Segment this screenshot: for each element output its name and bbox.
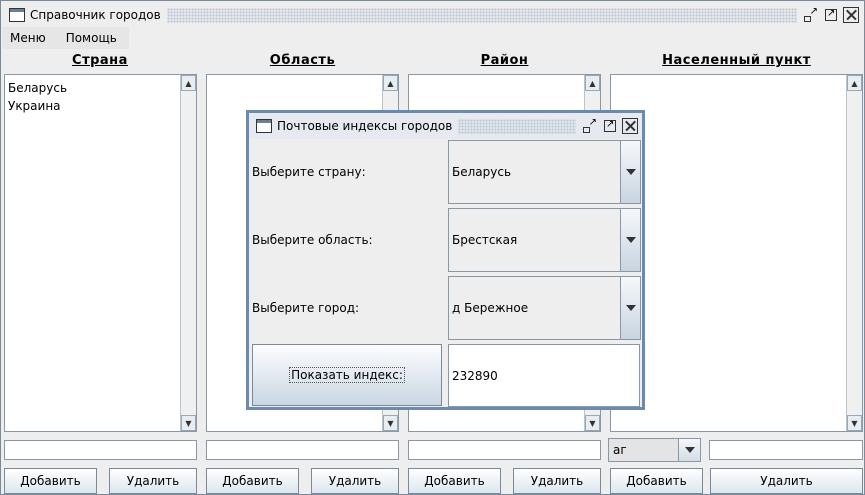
scroll-down-icon[interactable]: ▼ — [181, 415, 196, 431]
chevron-down-icon[interactable] — [678, 439, 700, 461]
chevron-down-icon[interactable] — [620, 209, 640, 271]
maximize-icon[interactable]: ↗ — [823, 7, 839, 23]
window-icon — [9, 8, 25, 22]
scroll-up-icon[interactable]: ▲ — [585, 75, 600, 91]
remove-country-button[interactable]: Удалить — [109, 468, 197, 494]
city-select-value: д Бережное — [452, 301, 529, 315]
vertical-scrollbar[interactable]: ▲ ▼ — [846, 75, 862, 431]
title-grip — [458, 118, 576, 134]
scroll-down-icon[interactable]: ▼ — [847, 415, 862, 431]
district-input[interactable] — [408, 440, 601, 460]
title-bar[interactable]: Справочник городов ↗ ↗ — [2, 2, 863, 28]
dialog-title-bar[interactable]: Почтовые индексы городов ↗ ↗ — [249, 113, 642, 139]
column-header-settlement: Населенный пункт — [662, 53, 811, 68]
scroll-down-icon[interactable]: ▼ — [585, 415, 600, 431]
settlement-type-select[interactable]: аг — [608, 438, 701, 462]
menu-item-menu[interactable]: Меню — [2, 27, 58, 49]
country-input[interactable] — [4, 440, 197, 460]
country-select-value: Беларусь — [452, 165, 512, 179]
add-region-button[interactable]: Добавить — [206, 468, 299, 494]
country-label: Выберите страну: — [252, 165, 366, 179]
region-select[interactable]: Брестская — [448, 208, 641, 272]
scroll-up-icon[interactable]: ▲ — [847, 75, 862, 91]
scroll-up-icon[interactable]: ▲ — [181, 75, 196, 91]
city-select[interactable]: д Бережное — [448, 276, 641, 340]
scroll-up-icon[interactable]: ▲ — [383, 75, 398, 91]
postal-index-dialog: Почтовые индексы городов ↗ ↗ Выберите ст… — [246, 110, 645, 410]
close-icon[interactable] — [622, 118, 638, 134]
iconify-icon[interactable]: ↗ — [803, 7, 819, 23]
menu-bar: Меню Помощь — [2, 27, 129, 49]
settlement-type-value: аг — [613, 443, 627, 457]
window-title: Справочник городов — [30, 8, 161, 22]
title-grip — [166, 7, 797, 23]
country-list[interactable]: Беларусь Украина ▲ ▼ — [4, 74, 197, 432]
region-label: Выберите область: — [252, 233, 373, 247]
settlement-input[interactable] — [709, 440, 863, 460]
show-index-label: Показать индекс: — [289, 367, 405, 383]
add-settlement-button[interactable]: Добавить — [610, 468, 703, 494]
chevron-down-icon[interactable] — [620, 277, 640, 339]
remove-settlement-button[interactable]: Удалить — [710, 468, 863, 494]
main-window: Справочник городов ↗ ↗ Меню Помощь Стран… — [0, 0, 865, 495]
maximize-icon[interactable]: ↗ — [602, 118, 618, 134]
iconify-icon[interactable]: ↗ — [582, 118, 598, 134]
column-header-region: Область — [269, 53, 336, 68]
column-header-district: Район — [480, 53, 529, 68]
list-item[interactable]: Украина — [8, 97, 177, 115]
remove-region-button[interactable]: Удалить — [311, 468, 399, 494]
remove-district-button[interactable]: Удалить — [513, 468, 601, 494]
settlement-list[interactable]: ▲ ▼ — [610, 74, 863, 432]
add-district-button[interactable]: Добавить — [408, 468, 501, 494]
index-result-field[interactable]: 232890 — [448, 344, 640, 407]
menu-item-help[interactable]: Помощь — [58, 27, 129, 49]
country-select[interactable]: Беларусь — [448, 140, 641, 204]
scroll-down-icon[interactable]: ▼ — [383, 415, 398, 431]
column-header-country: Страна — [72, 53, 128, 68]
vertical-scrollbar[interactable]: ▲ ▼ — [180, 75, 196, 431]
region-input[interactable] — [206, 440, 399, 460]
chevron-down-icon[interactable] — [620, 141, 640, 203]
show-index-button[interactable]: Показать индекс: — [252, 344, 442, 406]
window-icon — [256, 119, 272, 133]
dialog-title: Почтовые индексы городов — [277, 119, 453, 133]
list-item[interactable]: Беларусь — [8, 79, 177, 97]
region-select-value: Брестская — [452, 233, 518, 247]
add-country-button[interactable]: Добавить — [4, 468, 97, 494]
close-icon[interactable] — [843, 7, 859, 23]
city-label: Выберите город: — [252, 301, 360, 315]
